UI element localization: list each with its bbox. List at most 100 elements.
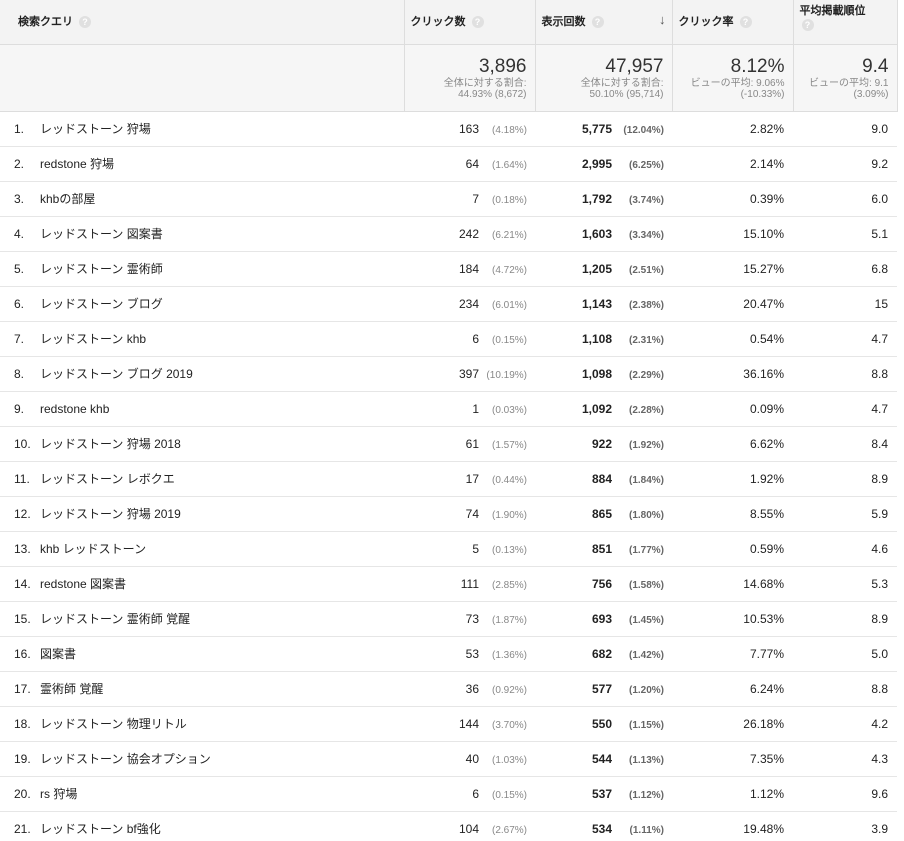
query-link[interactable]: レッドストーン 協会オプション: [40, 752, 211, 766]
query-link[interactable]: redstone khb: [40, 402, 109, 416]
summary-ctr-line2: (-10.33%): [740, 88, 785, 100]
query-cell: 10. レッドストーン 狩場 2018: [0, 426, 404, 462]
header-ctr[interactable]: クリック率?: [672, 0, 794, 45]
header-ctr-label[interactable]: クリック率: [679, 16, 734, 28]
impressions-percent: (1.84%): [628, 474, 664, 486]
query-link[interactable]: レッドストーン ブログ: [40, 297, 163, 311]
query-link[interactable]: レッドストーン ブログ 2019: [40, 367, 193, 381]
clicks-value: 242: [458, 226, 479, 241]
position-cell: 6.0: [793, 181, 897, 217]
header-impressions-label[interactable]: 表示回数: [542, 16, 586, 28]
header-query[interactable]: 検索クエリ?: [0, 0, 405, 45]
query-link[interactable]: レッドストーン bf強化: [40, 822, 161, 836]
query-link[interactable]: レッドストーン 物理リトル: [40, 717, 187, 731]
ctr-cell: 20.47%: [672, 286, 793, 322]
query-link[interactable]: khb レッドストーン: [40, 542, 146, 556]
clicks-percent: (1.64%): [491, 159, 527, 171]
table-row: 16. 図案書 53 (1.36%) 682 (1.42%) 7.77% 5.0: [0, 636, 897, 672]
impressions-percent: (1.42%): [628, 649, 664, 661]
impressions-percent: (1.45%): [628, 614, 664, 626]
help-icon[interactable]: ?: [801, 19, 814, 31]
query-cell: 15. レッドストーン 霊術師 覚醒: [0, 601, 404, 637]
help-icon[interactable]: ?: [471, 16, 484, 28]
clicks-percent: (1.90%): [491, 509, 527, 521]
query-link[interactable]: レッドストーン 狩場 2019: [40, 507, 181, 521]
impressions-cell: 1,143 (2.38%): [535, 286, 672, 322]
row-number: 8.: [14, 367, 25, 381]
clicks-percent: (6.01%): [491, 299, 527, 311]
help-icon[interactable]: ?: [79, 16, 91, 28]
row-number: 2.: [14, 157, 25, 171]
impressions-cell: 851 (1.77%): [535, 531, 672, 567]
table-row: 3. khbの部屋 7 (0.18%) 1,792 (3.74%) 0.39% 6.0: [0, 181, 897, 217]
position-cell: 4.2: [793, 706, 897, 742]
help-icon[interactable]: ?: [739, 16, 752, 28]
position-cell: 4.6: [793, 531, 897, 567]
sort-descending-icon[interactable]: ↓: [659, 12, 666, 27]
query-cell: 9. redstone khb: [0, 391, 404, 427]
ctr-cell: 7.35%: [672, 741, 793, 777]
clicks-value: 74: [465, 506, 479, 521]
query-link[interactable]: redstone 図案書: [40, 577, 126, 591]
clicks-percent: (1.87%): [491, 614, 527, 626]
row-number: 16.: [14, 647, 31, 661]
table-row: 4. レッドストーン 図案書 242 (6.21%) 1,603 (3.34%) 15…: [0, 216, 897, 252]
impressions-percent: (2.38%): [628, 299, 664, 311]
clicks-cell: 111 (2.85%): [404, 566, 535, 602]
table-row: 19. レッドストーン 協会オプション 40 (1.03%) 544 (1.13%) …: [0, 741, 897, 777]
clicks-percent: (1.36%): [491, 649, 527, 661]
impressions-value: 851: [591, 541, 612, 556]
ctr-cell: 15.10%: [672, 216, 793, 252]
table-row: 11. レッドストーン レボクエ 17 (0.44%) 884 (1.84%) 1.9…: [0, 461, 897, 497]
impressions-value: 577: [591, 681, 612, 696]
query-link[interactable]: レッドストーン 霊術師: [40, 262, 163, 276]
clicks-value: 73: [465, 611, 479, 626]
query-link[interactable]: レッドストーン 図案書: [40, 227, 163, 241]
impressions-percent: (3.34%): [628, 229, 664, 241]
impressions-value: 865: [591, 506, 612, 521]
position-cell: 8.8: [793, 671, 897, 707]
query-link[interactable]: レッドストーン 霊術師 覚醒: [40, 612, 190, 626]
ctr-cell: 8.55%: [672, 496, 793, 532]
query-link[interactable]: 霊術師 覚醒: [40, 682, 103, 696]
query-link[interactable]: 図案書: [40, 647, 76, 661]
impressions-percent: (2.28%): [628, 404, 664, 416]
query-link[interactable]: レッドストーン 狩場 2018: [40, 437, 181, 451]
impressions-percent: (1.15%): [628, 719, 664, 731]
clicks-cell: 234 (6.01%): [404, 286, 535, 322]
clicks-value: 397: [458, 366, 479, 381]
query-link[interactable]: khbの部屋: [40, 192, 95, 206]
table-row: 8. レッドストーン ブログ 2019 397 (10.19%) 1,098 (2.2…: [0, 356, 897, 392]
header-impressions[interactable]: 表示回数? ↓: [535, 0, 673, 45]
row-number: 5.: [14, 262, 25, 276]
clicks-value: 64: [465, 156, 479, 171]
impressions-percent: (1.80%): [628, 509, 664, 521]
query-link[interactable]: redstone 狩場: [40, 157, 114, 171]
query-link[interactable]: レッドストーン khb: [40, 332, 146, 346]
header-clicks-label[interactable]: クリック数: [411, 16, 466, 28]
ctr-cell: 6.62%: [672, 426, 793, 462]
position-cell: 9.0: [793, 111, 897, 147]
position-cell: 8.8: [793, 356, 897, 392]
query-cell: 14. redstone 図案書: [0, 566, 404, 602]
clicks-value: 144: [458, 716, 479, 731]
table-row: 14. redstone 図案書 111 (2.85%) 756 (1.58%) 14…: [0, 566, 897, 602]
help-icon[interactable]: ?: [591, 16, 604, 28]
table-row: 1. レッドストーン 狩場 163 (4.18%) 5,775 (12.04%) 2.…: [0, 111, 897, 147]
ctr-cell: 2.14%: [672, 146, 793, 182]
header-clicks[interactable]: クリック数?: [404, 0, 536, 45]
ctr-cell: 26.18%: [672, 706, 793, 742]
position-cell: 3.9: [793, 811, 897, 841]
query-link[interactable]: rs 狩場: [40, 787, 77, 801]
impressions-percent: (2.51%): [628, 264, 664, 276]
clicks-cell: 184 (4.72%): [404, 251, 535, 287]
table-row: 5. レッドストーン 霊術師 184 (4.72%) 1,205 (2.51%) 15…: [0, 251, 897, 287]
query-link[interactable]: レッドストーン 狩場: [40, 122, 151, 136]
header-query-label[interactable]: 検索クエリ: [18, 16, 73, 28]
clicks-value: 17: [465, 471, 479, 486]
query-link[interactable]: レッドストーン レボクエ: [40, 472, 175, 486]
header-position[interactable]: 平均掲載順位 ?: [793, 0, 898, 45]
position-cell: 15: [793, 286, 897, 322]
header-position-label[interactable]: 平均掲載順位: [800, 4, 891, 18]
row-number: 20.: [14, 787, 31, 801]
